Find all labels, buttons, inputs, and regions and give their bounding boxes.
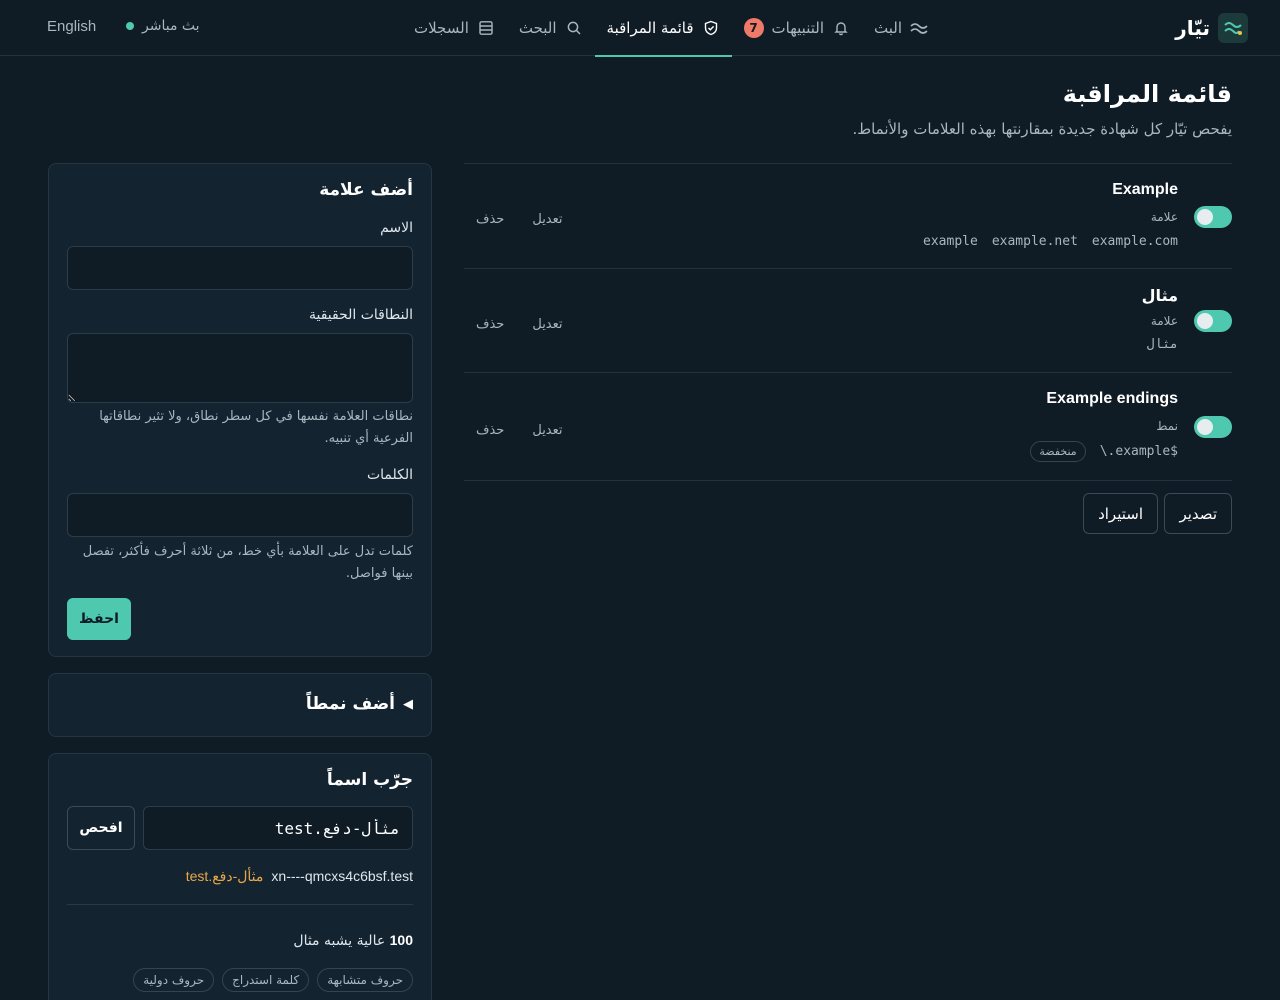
enable-toggle[interactable] [1194,416,1232,438]
nav-item-search[interactable]: البحث [507,0,595,56]
nav-item-label: قائمة المراقبة [606,19,694,37]
probe-card: جرّب اسماً افحص xn----qmcxs4c6bsf.test م… [48,753,432,1000]
reason-tag: حروف دولية [133,968,215,992]
export-button[interactable]: تصدير [1164,493,1232,534]
app-name: تيّار [1175,16,1210,40]
item-terms: example.com example.net example [923,234,1178,249]
reason-tag: كلمة استدراج [222,968,310,992]
reason-tag: حروف متشابهة [317,968,413,992]
disclosure-triangle-icon: ◀ [403,696,413,712]
app-logo[interactable]: تيّار [1175,13,1248,43]
live-dot-icon [126,22,134,30]
watchlist-row: مثال علامة مثال حذف تعديل [464,269,1232,373]
main-nav: البث التنبيهات 7 قائمة المراقبة البحث ال… [402,0,940,57]
edit-button[interactable]: تعديل [532,212,562,227]
add-pattern-title: أضف نمطاً [305,694,395,714]
similarity-score: 100 عالية يشبه مثال [293,932,413,949]
nav-item-logs[interactable]: السجلات [402,0,507,56]
keywords-hint: كلمات تدل على العلامة بأي خط، من ثلاثة أ… [82,544,413,581]
search-icon [565,19,583,37]
alerts-count-badge: 7 [743,18,764,38]
divider [67,904,413,905]
live-label: بث مباشر [142,18,200,34]
item-kind: علامة [1150,314,1178,328]
row-actions: حذف تعديل [476,212,563,227]
add-brand-title: أضف علامة [319,180,413,200]
add-brand-card: أضف علامة الاسم النطاقات الحقيقية نطاقات… [48,163,432,657]
probe-title: جرّب اسماً [326,770,413,790]
import-button[interactable]: استيراد [1083,493,1158,534]
item-kind: نمط [1156,419,1178,433]
item-name: مثال [1141,288,1178,305]
term: example [923,234,978,249]
domains-textarea[interactable] [67,333,413,403]
delete-button[interactable]: حذف [476,423,504,438]
item-name: Example [1112,181,1178,198]
score-text: عالية يشبه مثال [293,933,386,949]
domains-label: النطاقات الحقيقية [308,307,413,323]
reason-tags: حروف متشابهة كلمة استدراج حروف دولية [133,968,413,992]
save-button[interactable]: احفظ [67,598,131,640]
edit-button[interactable]: تعديل [532,317,562,332]
watchlist: Example علامة example.com example.net ex… [464,163,1232,481]
item-kind: علامة [1150,210,1178,224]
domains-hint: نطاقات العلامة نفسها في كل سطر نطاق، ولا… [99,409,413,446]
item-terms: مثال [1147,337,1178,352]
page-title: قائمة المراقبة [1062,80,1232,108]
nav-item-label: البث [874,19,902,37]
nav-item-label: السجلات [413,19,469,37]
delete-button[interactable]: حذف [476,212,504,227]
enable-toggle[interactable] [1194,310,1232,332]
name-label: الاسم [380,220,413,236]
add-pattern-card[interactable]: ◀ أضف نمطاً [48,673,432,737]
score-value: 100 [389,932,413,948]
page-subtitle: يفحص تيّار كل شهادة جديدة بمقارنتها بهذه… [852,120,1232,138]
term: example.net [991,234,1078,249]
row-actions: حذف تعديل [476,317,563,332]
item-name: Example endings [1046,390,1178,407]
row-actions: حذف تعديل [476,423,563,438]
punycode-result: xn----qmcxs4c6bsf.test [271,868,413,884]
name-input[interactable] [67,246,413,290]
item-terms: \.example$ منخفضة [1030,441,1178,462]
nav-item-label: التنبيهات [771,19,824,37]
term: مثال [1146,337,1178,352]
watchlist-row: Example علامة example.com example.net ex… [464,164,1232,269]
delete-button[interactable]: حذف [476,317,504,332]
probe-result: xn----qmcxs4c6bsf.test مثأل-دفع.test [186,868,413,885]
nav-item-stream[interactable]: البث [862,0,940,56]
live-indicator: بث مباشر [126,18,200,34]
pattern-term: \.example$ [1099,444,1178,459]
check-button[interactable]: افحص [67,806,135,850]
add-pattern-toggle[interactable]: ◀ أضف نمطاً [306,694,413,714]
enable-toggle[interactable] [1194,206,1232,228]
keywords-input[interactable] [67,493,413,537]
shield-check-icon [702,19,720,37]
logo-mark-icon [1218,13,1248,43]
nav-item-watchlist[interactable]: قائمة المراقبة [594,0,732,57]
nav-item-alerts[interactable]: التنبيهات 7 [732,0,862,56]
edit-button[interactable]: تعديل [532,423,562,438]
bell-icon [832,19,850,37]
nav-item-label: البحث [518,19,557,37]
term: example.com [1091,234,1178,249]
logs-icon [477,19,495,37]
severity-chip: منخفضة [1030,441,1086,462]
unicode-result: مثأل-دفع.test [185,868,264,884]
probe-input[interactable] [143,806,413,850]
language-switch[interactable]: English [47,18,96,35]
watchlist-row: Example endings نمط \.example$ منخفضة حذ… [464,373,1232,481]
waves-icon [910,19,928,37]
top-navigation: تيّار البث التنبيهات 7 قائمة المراقبة ال… [0,0,1280,57]
keywords-label: الكلمات [366,467,413,483]
